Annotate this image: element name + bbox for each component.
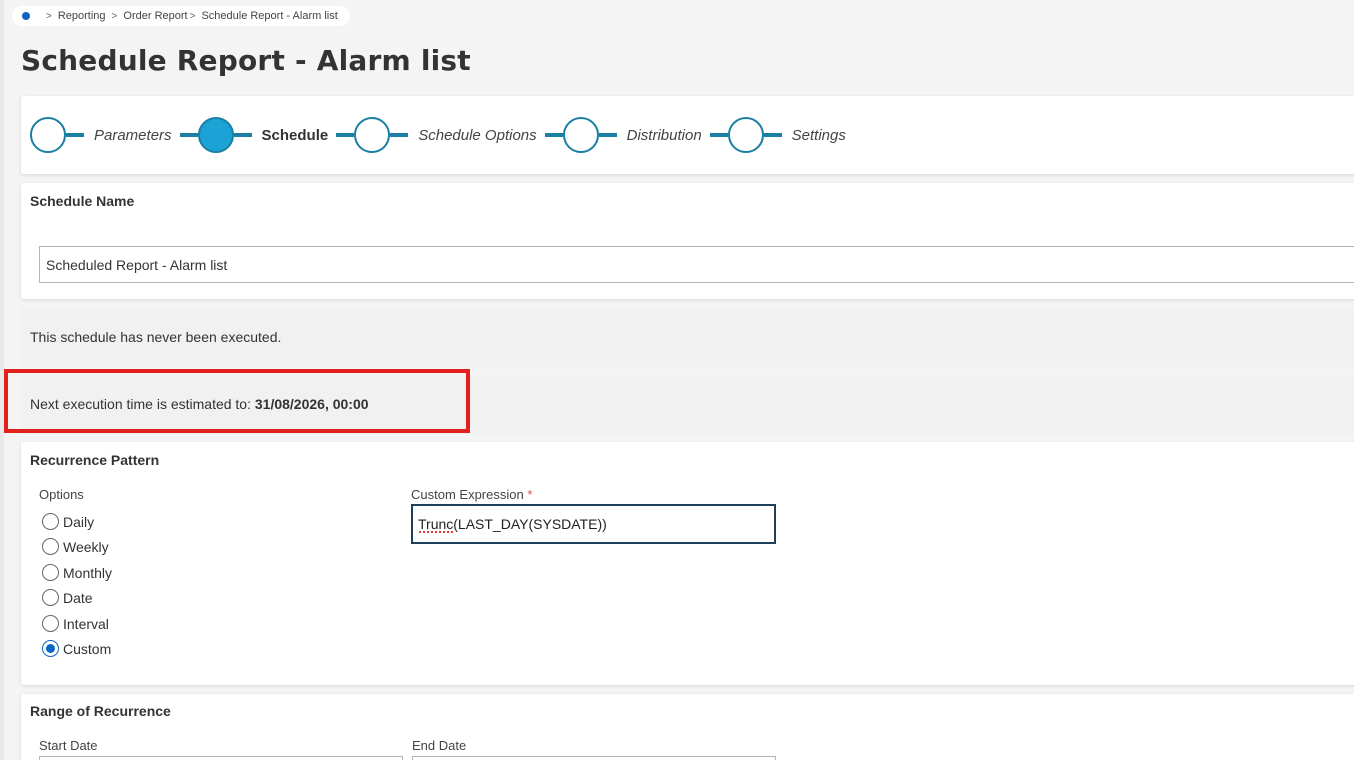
highlight-annotation (4, 369, 470, 433)
step-circle-icon (562, 117, 599, 153)
radio-icon[interactable] (42, 538, 59, 555)
radio-icon[interactable] (42, 589, 59, 606)
step-schedule[interactable]: Schedule (197, 117, 337, 153)
custom-expression-input[interactable] (411, 504, 776, 544)
chevron-right-icon: > (189, 10, 196, 22)
radio-selected-icon[interactable] (42, 640, 59, 657)
end-date-input[interactable] (412, 756, 776, 760)
radio-monthly[interactable]: Monthly (42, 564, 112, 581)
home-icon[interactable] (22, 12, 30, 20)
step-circle-icon (30, 117, 66, 153)
chevron-right-icon: > (46, 10, 52, 22)
radio-icon[interactable] (42, 564, 59, 581)
step-label: Settings (791, 126, 846, 144)
step-circle-active-icon (197, 117, 234, 153)
range-title: Range of Recurrence (30, 703, 171, 719)
never-executed-text: This schedule has never been executed. (30, 329, 282, 345)
end-date-label: End Date (412, 738, 467, 753)
radio-daily[interactable]: Daily (42, 513, 94, 530)
radio-label: Weekly (63, 538, 109, 555)
radio-weekly[interactable]: Weekly (42, 538, 109, 555)
radio-custom[interactable]: Custom (42, 640, 111, 657)
options-label: Options (39, 487, 84, 502)
chevron-right-icon: > (111, 10, 118, 22)
step-circle-icon (354, 117, 391, 153)
step-circle-icon (727, 117, 764, 153)
radio-label: Date (63, 589, 93, 606)
radio-interval[interactable]: Interval (42, 615, 109, 632)
recurrence-pattern-section: Recurrence Pattern Options Daily Weekly … (21, 442, 1354, 685)
schedule-name-section: Schedule Name (21, 183, 1354, 299)
breadcrumb: > Reporting > Order Report > Schedule Re… (12, 6, 350, 26)
start-date-input[interactable] (39, 756, 403, 760)
range-of-recurrence-section: Range of Recurrence Start Date End Date (21, 694, 1354, 760)
step-label: Parameters (94, 126, 172, 144)
step-distribution[interactable]: Distribution (562, 117, 710, 153)
schedule-name-title: Schedule Name (30, 193, 135, 209)
spellcheck-underline (418, 530, 454, 534)
step-label: Distribution (626, 126, 702, 144)
step-schedule-options[interactable]: Schedule Options (354, 117, 544, 153)
radio-icon[interactable] (42, 615, 59, 632)
page-title: Schedule Report - Alarm list (21, 44, 471, 77)
step-label: Schedule (261, 126, 329, 144)
start-date-label: Start Date (39, 738, 98, 753)
breadcrumb-item-current: Schedule Report - Alarm list (201, 10, 338, 22)
radio-icon[interactable] (42, 513, 59, 530)
required-mark: * (527, 487, 533, 502)
radio-label: Custom (63, 640, 112, 657)
radio-label: Monthly (63, 564, 113, 581)
execution-status-panel: This schedule has never been executed. (21, 308, 1354, 367)
radio-label: Interval (63, 615, 109, 632)
radio-date[interactable]: Date (42, 589, 93, 606)
step-settings[interactable]: Settings (727, 117, 854, 153)
breadcrumb-item-reporting[interactable]: Reporting (58, 10, 106, 22)
schedule-name-input[interactable] (39, 246, 1354, 283)
step-label: Schedule Options (418, 126, 537, 144)
custom-expression-label: Custom Expression * (411, 487, 533, 502)
wizard-steps: Parameters Schedule Schedule Options Dis… (21, 96, 1354, 174)
recurrence-pattern-title: Recurrence Pattern (30, 452, 160, 468)
radio-label: Daily (63, 513, 95, 530)
breadcrumb-item-order-report[interactable]: Order Report (123, 10, 187, 22)
step-parameters[interactable]: Parameters (30, 117, 180, 153)
